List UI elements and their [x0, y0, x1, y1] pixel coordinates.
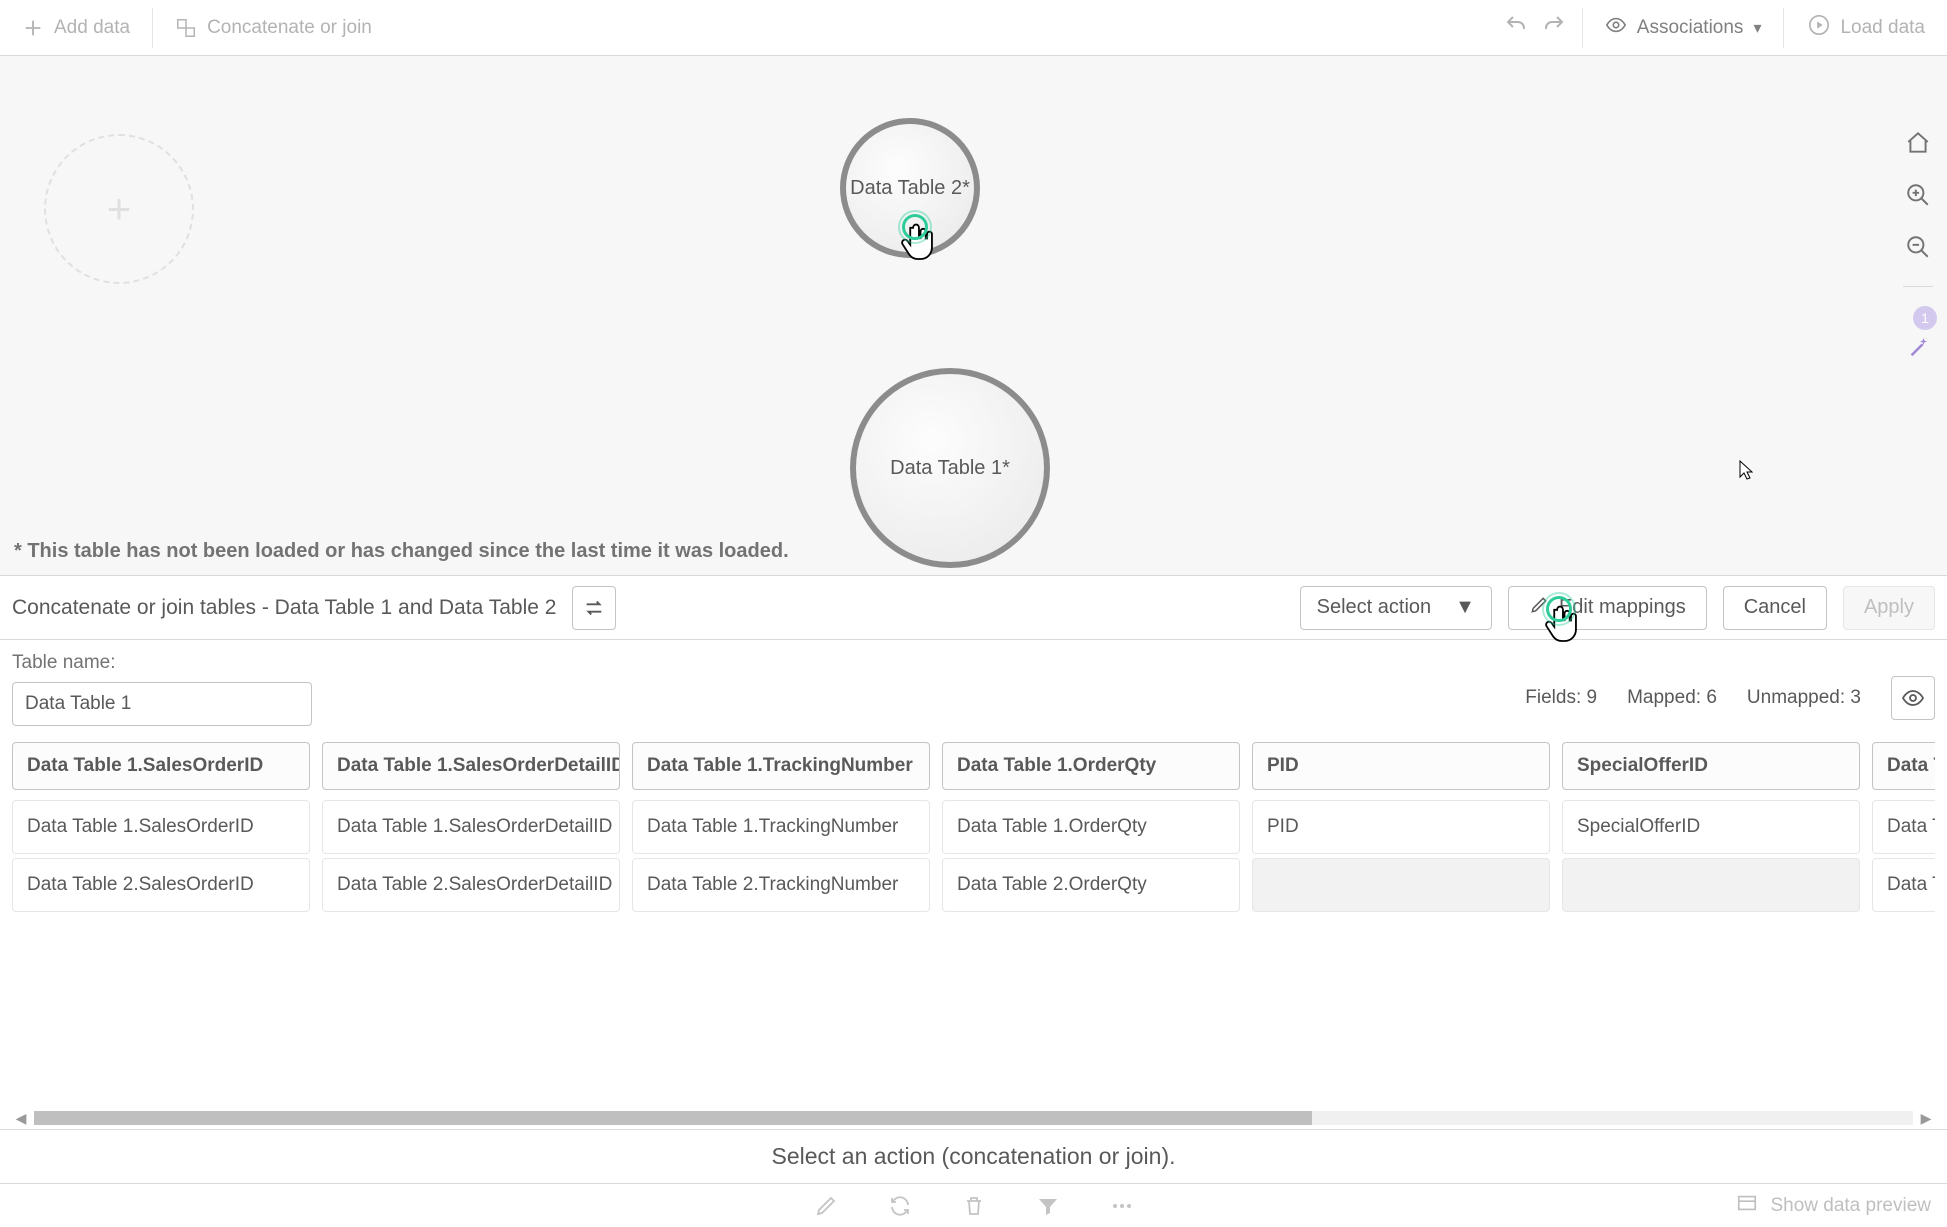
- column-header[interactable]: PID: [1252, 742, 1550, 790]
- canvas-right-tools: [1903, 128, 1933, 289]
- column-header[interactable]: SpecialOfferID: [1562, 742, 1860, 790]
- mapping-cell[interactable]: [1252, 858, 1550, 912]
- redo-button[interactable]: [1538, 9, 1570, 47]
- column-header[interactable]: Data Ta: [1872, 742, 1935, 790]
- undo-icon: [1504, 13, 1528, 43]
- mapping-cell[interactable]: Data Table 2.SalesOrderID: [12, 858, 310, 912]
- instruction-text: Select an action (concatenation or join)…: [0, 1130, 1947, 1184]
- table-bubble-data-table-2[interactable]: Data Table 2*: [840, 118, 980, 258]
- column-header[interactable]: Data Table 1.TrackingNumber: [632, 742, 930, 790]
- table-bubble-data-table-1[interactable]: Data Table 1*: [850, 368, 1050, 568]
- top-toolbar: Add data Concatenate or join: [0, 0, 1947, 56]
- column-header[interactable]: Data Table 1.SalesOrderID: [12, 742, 310, 790]
- recommendation-badge: 1: [1913, 306, 1937, 330]
- plus-icon: +: [107, 185, 132, 233]
- concat-join-label: Concatenate or join: [207, 17, 372, 39]
- mapping-cell[interactable]: SpecialOfferID: [1562, 800, 1860, 854]
- mapping-cell[interactable]: Data Table 2.SalesOrderDetailID: [322, 858, 620, 912]
- bottom-toolbar: Show data preview: [0, 1184, 1947, 1227]
- cancel-button[interactable]: Cancel: [1723, 586, 1827, 630]
- eye-icon: [1605, 14, 1627, 42]
- cursor-arrow-indicator: [1739, 460, 1753, 480]
- scroll-thumb[interactable]: [34, 1111, 1312, 1125]
- edit-mappings-button[interactable]: Edit mappings: [1508, 586, 1707, 630]
- action-bar: Concatenate or join tables - Data Table …: [0, 576, 1947, 640]
- edit-mappings-label: Edit mappings: [1559, 596, 1686, 619]
- mapping-cell[interactable]: Data Table 1.SalesOrderDetailID: [322, 800, 620, 854]
- concat-join-button[interactable]: Concatenate or join: [163, 9, 384, 47]
- mapping-cell[interactable]: Data Table 1.SalesOrderID: [12, 800, 310, 854]
- associations-dropdown[interactable]: Associations ▾: [1595, 6, 1772, 50]
- add-data-label: Add data: [54, 17, 130, 39]
- swap-tables-button[interactable]: [572, 586, 616, 630]
- add-table-placeholder[interactable]: +: [44, 134, 194, 284]
- mapped-count: 6: [1706, 687, 1717, 708]
- mapped-label: Mapped:: [1627, 687, 1701, 708]
- chevron-down-icon: ▼: [1455, 596, 1475, 619]
- canvas-area[interactable]: + Data Table 2* Data Table 1* * This tab…: [0, 56, 1947, 576]
- concat-icon: [175, 17, 197, 39]
- show-preview-label: Show data preview: [1770, 1195, 1931, 1217]
- preview-icon: [1736, 1192, 1758, 1220]
- unmapped-label: Unmapped:: [1747, 687, 1845, 708]
- more-icon[interactable]: [1110, 1194, 1134, 1218]
- plus-icon: [22, 17, 44, 39]
- apply-label: Apply: [1864, 596, 1914, 619]
- canvas-footnote: * This table has not been loaded or has …: [14, 540, 789, 563]
- action-bar-title: Concatenate or join tables - Data Table …: [12, 596, 556, 620]
- edit-icon[interactable]: [814, 1194, 838, 1218]
- fields-count: 9: [1587, 687, 1598, 708]
- filter-icon[interactable]: [1036, 1194, 1060, 1218]
- table-bubble-label: Data Table 1*: [890, 457, 1010, 480]
- toolbar-separator: [1582, 8, 1583, 48]
- mapping-cell[interactable]: Data Table 2.TrackingNumber: [632, 858, 930, 912]
- column-header[interactable]: Data Table 1.SalesOrderDetailID: [322, 742, 620, 790]
- unmapped-count: 3: [1850, 687, 1861, 708]
- mapping-cell[interactable]: Data Table 2.OrderQty: [942, 858, 1240, 912]
- mapping-stats: Fields: 9 Mapped: 6 Unmapped: 3: [1525, 676, 1935, 720]
- mapping-cell[interactable]: [1562, 858, 1860, 912]
- mapping-cell[interactable]: PID: [1252, 800, 1550, 854]
- scroll-track[interactable]: [34, 1111, 1913, 1125]
- load-data-label: Load data: [1840, 17, 1925, 39]
- column-header[interactable]: Data Table 1.OrderQty: [942, 742, 1240, 790]
- select-action-dropdown[interactable]: Select action ▼: [1300, 586, 1492, 630]
- table-name-input[interactable]: [12, 682, 312, 726]
- horizontal-scrollbar[interactable]: ◀ ▶: [12, 1107, 1935, 1129]
- zoom-in-button[interactable]: [1903, 180, 1933, 210]
- scroll-left-arrow[interactable]: ◀: [12, 1110, 30, 1127]
- mapping-cell[interactable]: Data Ta: [1872, 800, 1935, 854]
- add-data-button[interactable]: Add data: [10, 9, 142, 47]
- table-bubble-label: Data Table 2*: [850, 177, 970, 200]
- cancel-label: Cancel: [1744, 596, 1806, 619]
- toggle-preview-button[interactable]: [1891, 676, 1935, 720]
- mapping-grid: Data Table 1.SalesOrderIDData Table 1.Sa…: [12, 742, 1935, 916]
- right-tools-divider: [1903, 286, 1933, 287]
- fields-label: Fields:: [1525, 687, 1581, 708]
- pencil-icon: [1529, 595, 1549, 621]
- zoom-out-button[interactable]: [1903, 232, 1933, 262]
- mapping-cell[interactable]: Data Ta: [1872, 858, 1935, 912]
- magic-wand-button[interactable]: [1907, 336, 1929, 358]
- scroll-right-arrow[interactable]: ▶: [1917, 1110, 1935, 1127]
- home-button[interactable]: [1903, 128, 1933, 158]
- mapping-cell[interactable]: Data Table 1.TrackingNumber: [632, 800, 930, 854]
- table-name-label: Table name:: [12, 652, 1935, 674]
- apply-button[interactable]: Apply: [1843, 586, 1935, 630]
- show-data-preview-button[interactable]: Show data preview: [1736, 1192, 1931, 1220]
- chevron-down-icon: ▾: [1753, 18, 1761, 38]
- play-icon: [1808, 14, 1830, 42]
- toolbar-separator: [152, 8, 153, 48]
- select-action-label: Select action: [1317, 596, 1432, 619]
- load-data-button[interactable]: Load data: [1796, 6, 1937, 50]
- delete-icon[interactable]: [962, 1194, 986, 1218]
- mapping-area: Table name: Fields: 9 Mapped: 6 Unmapped…: [0, 640, 1947, 1130]
- refresh-icon[interactable]: [888, 1194, 912, 1218]
- redo-icon: [1542, 13, 1566, 43]
- undo-button[interactable]: [1500, 9, 1532, 47]
- mapping-cell[interactable]: Data Table 1.OrderQty: [942, 800, 1240, 854]
- associations-label: Associations: [1637, 17, 1744, 39]
- toolbar-separator: [1783, 8, 1784, 48]
